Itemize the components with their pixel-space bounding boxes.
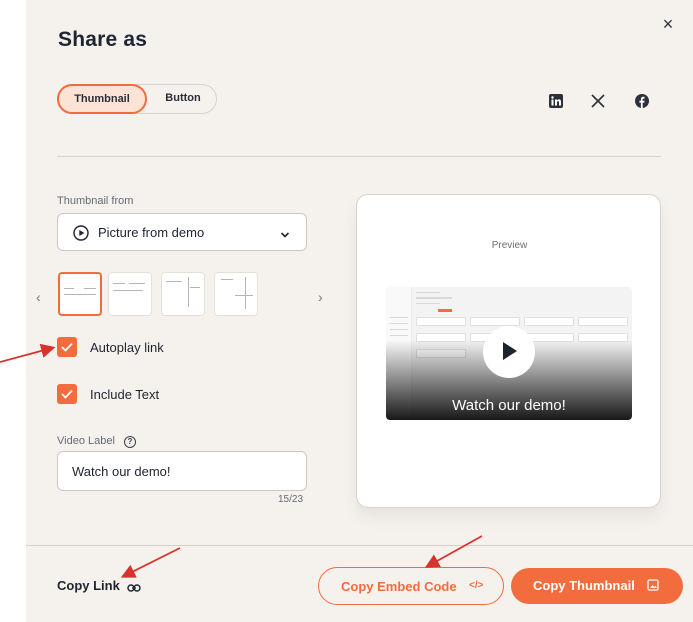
- toggle-thumbnail[interactable]: Thumbnail: [57, 84, 147, 114]
- thumbnail-from-label: Thumbnail from: [57, 195, 134, 207]
- chevron-down-icon: [280, 227, 290, 245]
- backdrop-strip: [0, 0, 26, 622]
- code-icon: </>: [469, 580, 484, 591]
- autoplay-checkbox[interactable]: [57, 337, 77, 357]
- dialog-title: Share as: [58, 28, 148, 51]
- copy-embed-code-label: Copy Embed Code: [341, 579, 457, 594]
- autoplay-label: Autoplay link: [90, 340, 164, 355]
- facebook-icon[interactable]: [635, 94, 651, 110]
- copy-embed-code-button[interactable]: Copy Embed Code </>: [318, 567, 504, 605]
- copy-link-button[interactable]: Copy Link: [57, 578, 120, 593]
- thumbnail-source-select[interactable]: Picture from demo: [57, 213, 307, 251]
- thumbnail-option-4[interactable]: [214, 272, 258, 316]
- include-text-label: Include Text: [90, 387, 160, 402]
- play-circle-icon: [73, 225, 89, 246]
- character-counter: 15/23: [278, 494, 304, 505]
- toggle-button[interactable]: Button: [150, 84, 216, 114]
- header-divider: [57, 156, 661, 157]
- include-text-checkbox[interactable]: [57, 384, 77, 404]
- footer-divider: [26, 545, 693, 546]
- copy-thumbnail-label: Copy Thumbnail: [533, 578, 635, 593]
- thumbnail-option-1[interactable]: [58, 272, 102, 316]
- video-label-label: Video Label: [57, 435, 115, 447]
- mode-toggle: Thumbnail Button: [57, 84, 217, 114]
- thumbnail-option-3[interactable]: [161, 272, 205, 316]
- x-icon[interactable]: [591, 94, 607, 110]
- video-label-input[interactable]: [57, 451, 307, 491]
- thumbnail-source-value: Picture from demo: [98, 225, 205, 240]
- help-icon[interactable]: ?: [124, 436, 136, 448]
- share-dialog: Share as × Thumbnail Button Thumbnail fr…: [26, 0, 693, 622]
- copy-thumbnail-button[interactable]: Copy Thumbnail: [511, 568, 683, 604]
- close-button[interactable]: ×: [658, 14, 678, 34]
- preview-title: Preview: [491, 240, 528, 251]
- image-icon: [647, 579, 659, 594]
- link-icon[interactable]: [127, 580, 141, 598]
- video-caption: Watch our demo!: [452, 397, 566, 414]
- play-button[interactable]: [483, 326, 535, 378]
- preview-card: Preview Watch our demo!: [356, 194, 661, 508]
- thumbnail-option-2[interactable]: [108, 272, 152, 316]
- video-preview[interactable]: Watch our demo!: [386, 287, 632, 420]
- linkedin-icon[interactable]: [549, 94, 565, 110]
- carousel-prev-icon[interactable]: ‹: [36, 289, 41, 305]
- carousel-next-icon[interactable]: ›: [318, 289, 323, 305]
